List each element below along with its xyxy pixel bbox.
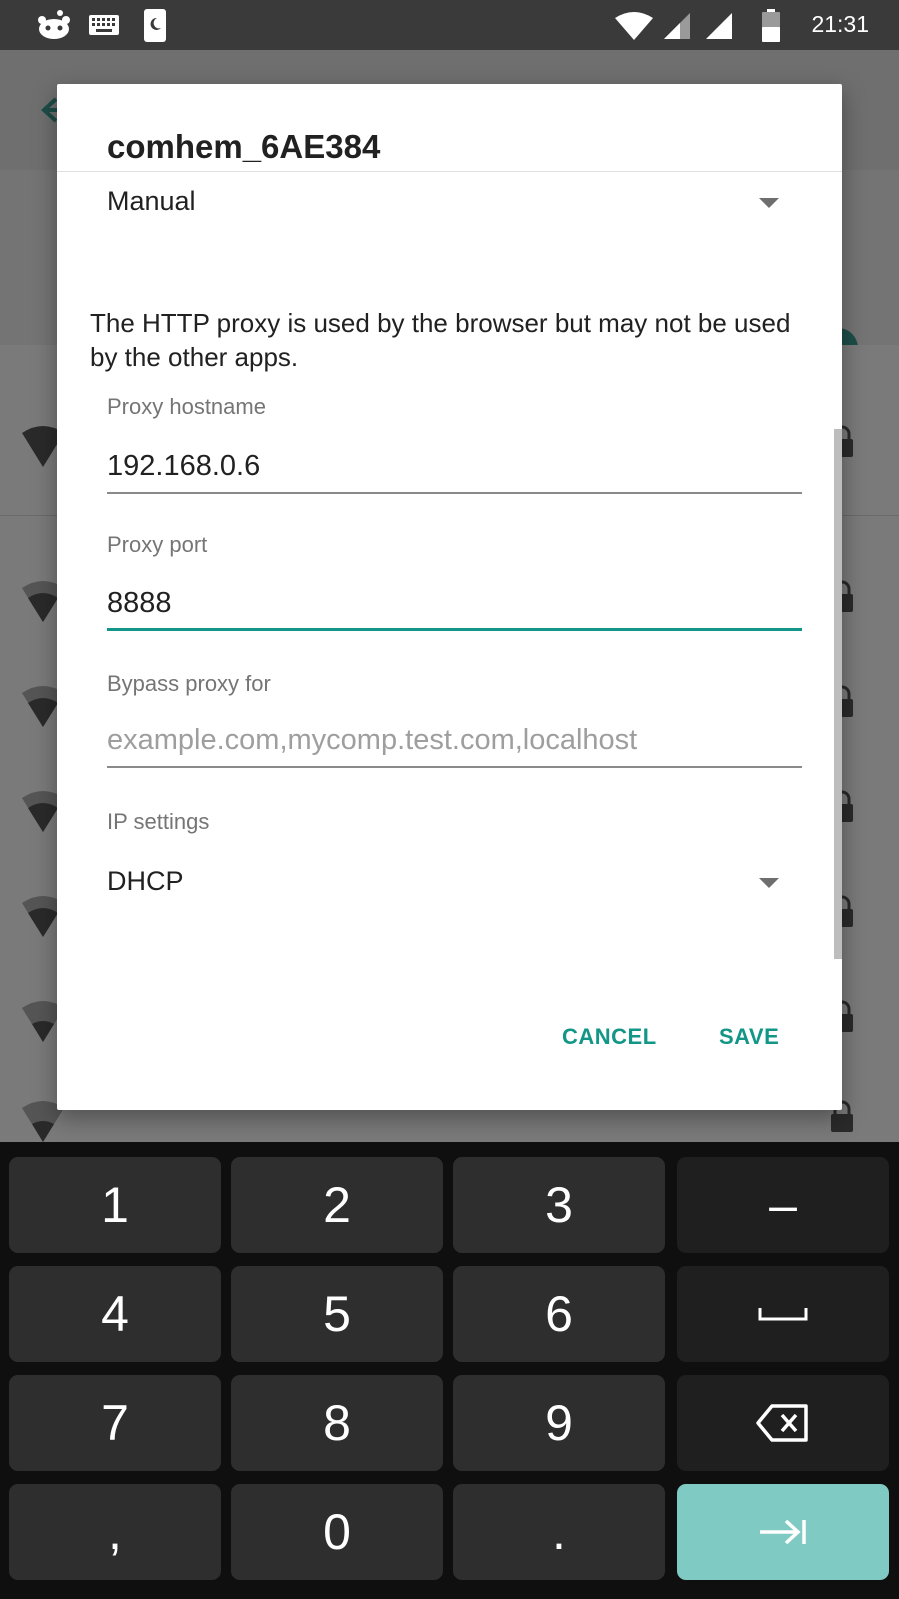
proxy-info-text: The HTTP proxy is used by the browser bu… bbox=[90, 308, 791, 372]
key-6[interactable]: 6 bbox=[453, 1266, 665, 1362]
key-9[interactable]: 9 bbox=[453, 1375, 665, 1471]
key-next[interactable] bbox=[677, 1484, 889, 1580]
battery-icon bbox=[762, 9, 780, 42]
proxy-port-input[interactable]: 8888 bbox=[107, 579, 802, 631]
status-bar: 21:31 bbox=[0, 0, 899, 50]
signal-icon bbox=[664, 13, 690, 39]
key-0[interactable]: 0 bbox=[231, 1484, 443, 1580]
wifi-network-dialog: comhem_6AE384 Manual The HTTP proxy is u… bbox=[57, 84, 842, 1110]
cancel-button[interactable]: CANCEL bbox=[562, 1024, 657, 1050]
clock: 21:31 bbox=[811, 11, 869, 37]
dropdown-arrow-icon bbox=[759, 878, 779, 888]
space-icon bbox=[758, 1308, 808, 1321]
proxy-mode-value: Manual bbox=[107, 186, 196, 216]
bypass-proxy-placeholder: example.com,mycomp.test.com,localhost bbox=[107, 724, 638, 756]
field-underline bbox=[107, 628, 802, 631]
numeric-keyboard: 1 2 3 – 4 5 6 7 8 9 , 0 . bbox=[0, 1142, 899, 1599]
key-backspace[interactable] bbox=[677, 1375, 889, 1471]
field-underline bbox=[107, 492, 802, 494]
key-1[interactable]: 1 bbox=[9, 1157, 221, 1253]
key-7[interactable]: 7 bbox=[9, 1375, 221, 1471]
key-3[interactable]: 3 bbox=[453, 1157, 665, 1253]
ip-settings-dropdown[interactable]: DHCP bbox=[107, 864, 779, 924]
proxy-mode-dropdown[interactable]: Manual bbox=[107, 184, 779, 244]
bypass-proxy-input[interactable]: example.com,mycomp.test.com,localhost bbox=[107, 716, 802, 768]
key-2[interactable]: 2 bbox=[231, 1157, 443, 1253]
signal-icon bbox=[706, 13, 732, 39]
phone-icon bbox=[144, 9, 166, 42]
bypass-proxy-label: Bypass proxy for bbox=[107, 671, 271, 696]
key-minus[interactable]: – bbox=[677, 1157, 889, 1253]
dialog-title: comhem_6AE384 bbox=[107, 128, 381, 165]
dropdown-arrow-icon bbox=[759, 198, 779, 208]
backspace-icon bbox=[756, 1404, 808, 1442]
key-5[interactable]: 5 bbox=[231, 1266, 443, 1362]
key-period[interactable]: . bbox=[453, 1484, 665, 1580]
key-8[interactable]: 8 bbox=[231, 1375, 443, 1471]
wifi-icon bbox=[615, 12, 653, 40]
keyboard-icon bbox=[89, 15, 119, 35]
save-button[interactable]: SAVE bbox=[719, 1024, 779, 1050]
key-comma[interactable]: , bbox=[9, 1484, 221, 1580]
next-field-icon bbox=[760, 1519, 806, 1545]
reddit-icon bbox=[38, 10, 70, 39]
proxy-hostname-input[interactable]: 192.168.0.6 bbox=[107, 442, 802, 494]
key-space[interactable] bbox=[677, 1266, 889, 1362]
proxy-port-value: 8888 bbox=[107, 587, 172, 619]
title-divider bbox=[57, 171, 842, 172]
ip-settings-value: DHCP bbox=[107, 866, 184, 896]
proxy-hostname-label: Proxy hostname bbox=[107, 394, 266, 419]
ip-settings-label: IP settings bbox=[107, 809, 210, 834]
key-4[interactable]: 4 bbox=[9, 1266, 221, 1362]
proxy-hostname-value: 192.168.0.6 bbox=[107, 450, 261, 482]
field-underline bbox=[107, 766, 802, 768]
scrollbar[interactable] bbox=[834, 429, 842, 959]
proxy-port-label: Proxy port bbox=[107, 532, 208, 557]
